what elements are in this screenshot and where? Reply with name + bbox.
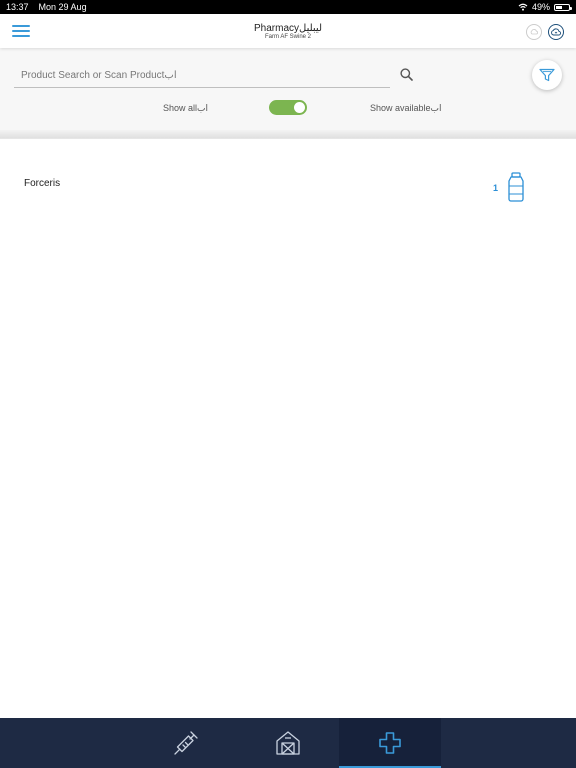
battery-percent: 49% bbox=[531, 2, 550, 12]
show-all-label: Show allاب bbox=[163, 103, 209, 113]
product-quantity: 1 bbox=[493, 183, 499, 193]
availability-toggle[interactable] bbox=[269, 100, 307, 115]
product-list: Forceris 1 bbox=[0, 140, 576, 230]
filter-area: Show allاب Show availableاب bbox=[0, 48, 576, 139]
tab-pharmacy[interactable] bbox=[339, 718, 441, 768]
product-search-input[interactable] bbox=[14, 64, 390, 88]
medical-cross-icon bbox=[379, 732, 401, 754]
product-name: Forceris bbox=[24, 178, 61, 189]
tab-farm[interactable] bbox=[237, 718, 339, 768]
status-date: Mon 29 Aug bbox=[38, 2, 87, 12]
status-right: 49% bbox=[518, 2, 572, 12]
availability-toggle-row: Show allاب Show availableاب bbox=[0, 100, 576, 116]
cloud-sync-icon[interactable] bbox=[548, 24, 564, 40]
wifi-icon bbox=[518, 3, 528, 11]
show-available-label: Show availableاب bbox=[370, 103, 442, 113]
barn-icon bbox=[276, 731, 300, 755]
filter-divider bbox=[0, 130, 576, 138]
toggle-knob bbox=[294, 102, 305, 113]
title-block: Pharmacyليبليل Farm AF Swine 2 bbox=[0, 23, 576, 41]
sync-off-icon[interactable] bbox=[526, 24, 542, 40]
battery-icon bbox=[554, 3, 572, 11]
search-icon[interactable] bbox=[400, 68, 413, 81]
syringe-icon bbox=[174, 731, 198, 755]
status-bar: 13:37 Mon 29 Aug 49% bbox=[0, 0, 576, 14]
list-item[interactable]: Forceris 1 bbox=[0, 140, 576, 230]
header-actions bbox=[526, 24, 564, 40]
status-time: 13:37 bbox=[6, 2, 29, 12]
filter-button[interactable] bbox=[532, 60, 562, 90]
app-header: Pharmacyليبليل Farm AF Swine 2 bbox=[0, 14, 576, 48]
filter-icon bbox=[539, 68, 555, 82]
page-subtitle: Farm AF Swine 2 bbox=[264, 34, 311, 40]
page-title: Pharmacyليبليل bbox=[254, 23, 322, 34]
bottle-icon bbox=[508, 172, 524, 202]
tab-vaccinations[interactable] bbox=[135, 718, 237, 768]
bottom-tab-bar bbox=[0, 718, 576, 768]
